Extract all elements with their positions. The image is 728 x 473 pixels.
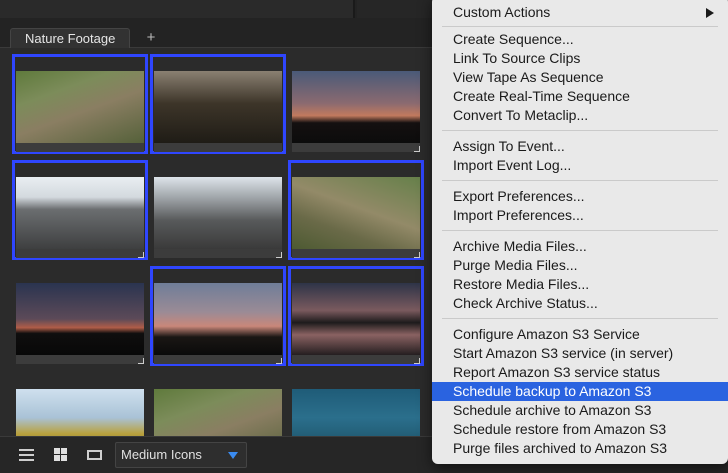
media-clip-cactus[interactable] [150, 54, 286, 154]
view-mode-select[interactable]: Medium Icons [115, 442, 247, 468]
clip-info-bar [16, 355, 144, 364]
media-clip-dusk-1[interactable] [12, 266, 148, 366]
clip-thumbnail [154, 177, 282, 249]
menu-item-restore-media-files[interactable]: Restore Media Files... [432, 275, 728, 294]
menu-item-import-preferences[interactable]: Import Preferences... [432, 206, 728, 225]
clip-info-bar [16, 249, 144, 258]
menu-item-archive-media-files[interactable]: Archive Media Files... [432, 237, 728, 256]
context-menu: Custom Actions Create Sequence... Link T… [432, 0, 728, 464]
menu-item-custom-actions[interactable]: Custom Actions [432, 3, 728, 22]
clip-thumbnail [292, 71, 420, 143]
menu-item-create-real-time-sequence[interactable]: Create Real-Time Sequence [432, 87, 728, 106]
menu-separator [442, 26, 718, 27]
clip-thumbnail [16, 71, 144, 143]
menu-separator [442, 230, 718, 231]
media-clip-tortoise-2[interactable] [288, 160, 424, 260]
menu-item-import-event-log[interactable]: Import Event Log... [432, 156, 728, 175]
clip-info-bar [16, 143, 144, 152]
media-clip-lava-rocks[interactable] [12, 160, 148, 260]
menu-item-schedule-restore-amazon-s3[interactable]: Schedule restore from Amazon S3 [432, 420, 728, 439]
clip-info-bar [154, 143, 282, 152]
clip-info-bar [154, 249, 282, 258]
menu-item-configure-amazon-s3-service[interactable]: Configure Amazon S3 Service [432, 325, 728, 344]
clip-thumbnail [292, 177, 420, 249]
filmstrip-view-icon[interactable] [86, 447, 104, 463]
top-panel-left [0, 0, 355, 18]
menu-item-schedule-archive-amazon-s3[interactable]: Schedule archive to Amazon S3 [432, 401, 728, 420]
menu-separator [442, 130, 718, 131]
menu-item-schedule-backup-amazon-s3[interactable]: Schedule backup to Amazon S3 [432, 382, 728, 401]
media-clip-sunset[interactable] [288, 54, 424, 154]
clip-info-bar [292, 249, 420, 258]
clip-resize-handle [276, 252, 282, 258]
menu-separator [442, 318, 718, 319]
clip-info-bar [154, 355, 282, 364]
submenu-arrow-icon [706, 8, 714, 18]
menu-item-purge-media-files[interactable]: Purge Media Files... [432, 256, 728, 275]
grid-view-icon[interactable] [52, 447, 70, 463]
clip-thumbnail [154, 71, 282, 143]
dropdown-caret-icon [228, 452, 238, 459]
menu-item-report-amazon-s3-status[interactable]: Report Amazon S3 service status [432, 363, 728, 382]
clip-thumbnail [16, 283, 144, 355]
menu-item-check-archive-status[interactable]: Check Archive Status... [432, 294, 728, 313]
media-clip-tortoise-1[interactable] [12, 54, 148, 154]
clip-resize-handle [414, 358, 420, 364]
menu-item-start-amazon-s3-service[interactable]: Start Amazon S3 service (in server) [432, 344, 728, 363]
clip-thumbnail [16, 177, 144, 249]
clip-resize-handle [414, 252, 420, 258]
menu-separator [442, 180, 718, 181]
clip-thumbnail [292, 283, 420, 355]
list-view-icon[interactable] [18, 447, 36, 463]
menu-item-assign-to-event[interactable]: Assign To Event... [432, 137, 728, 156]
view-mode-label: Medium Icons [121, 447, 202, 462]
add-tab-button[interactable]: + [140, 28, 162, 48]
menu-item-purge-files-archived-amazon-s3[interactable]: Purge files archived to Amazon S3 [432, 439, 728, 458]
media-clip-lava-rocks-2[interactable] [150, 160, 286, 260]
menu-item-link-to-source-clips[interactable]: Link To Source Clips [432, 49, 728, 68]
media-clip-reflection[interactable] [288, 266, 424, 366]
menu-item-view-tape-as-sequence[interactable]: View Tape As Sequence [432, 68, 728, 87]
media-clip-underwater[interactable] [288, 372, 424, 436]
menu-item-label: Custom Actions [453, 4, 551, 20]
menu-item-export-preferences[interactable]: Export Preferences... [432, 187, 728, 206]
clip-thumbnail [154, 283, 282, 355]
clip-resize-handle [414, 146, 420, 152]
clip-thumbnail [292, 389, 420, 436]
menu-item-convert-to-metaclip[interactable]: Convert To Metaclip... [432, 106, 728, 125]
media-clip-dusk-2[interactable] [150, 266, 286, 366]
clip-thumbnail [154, 389, 282, 436]
clip-info-bar [292, 143, 420, 152]
media-clip-tortoise-3[interactable] [150, 372, 286, 436]
clip-resize-handle [138, 252, 144, 258]
clip-info-bar [292, 355, 420, 364]
tab-nature-footage[interactable]: Nature Footage [10, 28, 131, 48]
clip-thumbnail [16, 389, 144, 436]
media-clip-flowers[interactable] [12, 372, 148, 436]
menu-item-create-sequence[interactable]: Create Sequence... [432, 30, 728, 49]
clip-resize-handle [138, 358, 144, 364]
clip-resize-handle [276, 358, 282, 364]
